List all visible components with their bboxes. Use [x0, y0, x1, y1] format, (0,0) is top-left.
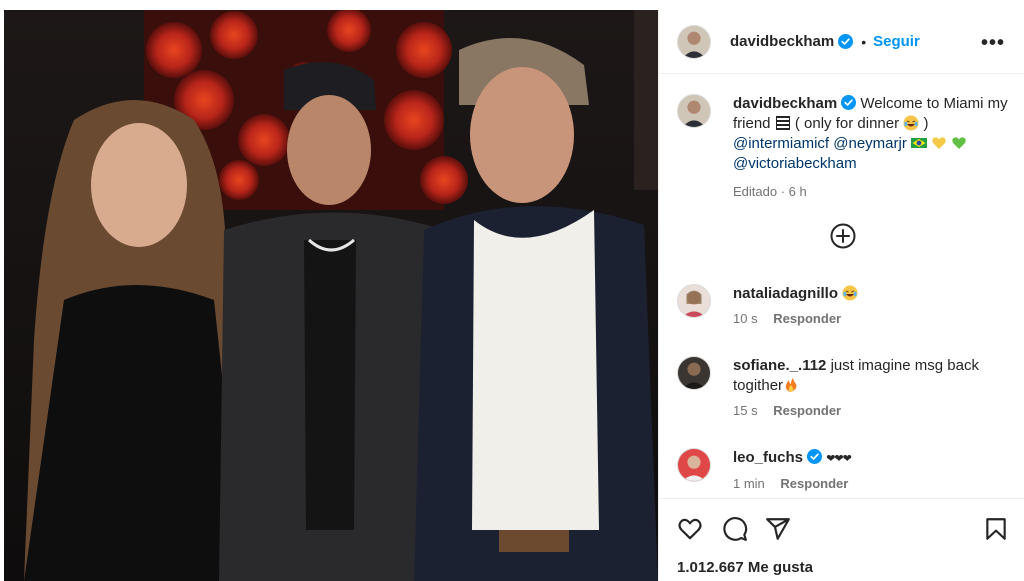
caption-username[interactable]: davidbeckham — [733, 95, 837, 112]
bookmark-icon[interactable] — [983, 516, 1009, 542]
caption-meta: Editado · 6 h — [733, 182, 1013, 202]
caption-text-part-3: ) — [923, 115, 929, 132]
comment-item: nataliadagnillo 10 s Responder — [677, 284, 1017, 326]
reply-button[interactable]: Responder — [773, 311, 841, 326]
post-photo-illustration — [4, 10, 658, 581]
share-icon[interactable] — [765, 516, 791, 542]
separator-dot: • — [861, 33, 867, 50]
edited-label: Editado — [733, 184, 778, 199]
mention-link[interactable]: @intermiamicf — [733, 135, 829, 152]
comment-item: sofiane._.112 just imagine msg back togi… — [677, 356, 1017, 418]
post-time[interactable]: 6 h — [789, 184, 807, 199]
verified-badge-icon — [841, 95, 857, 110]
mention-link[interactable]: @neymarjr — [833, 135, 907, 152]
post-side-panel: davidbeckham • Seguir ••• davidbeckham W… — [658, 10, 1024, 581]
author-username[interactable]: davidbeckham — [730, 33, 834, 50]
comment-text: nataliadagnillo — [733, 284, 1003, 304]
comment-text: leo_fuchs ❤❤❤ — [733, 448, 1003, 469]
author-avatar[interactable] — [677, 24, 711, 59]
brazil-flag-emoji-icon — [911, 138, 927, 148]
comment-item: leo_fuchs ❤❤❤ 1 min Responder — [677, 448, 1017, 491]
plus-circle-icon[interactable] — [829, 222, 857, 250]
more-options-icon[interactable]: ••• — [981, 32, 1005, 55]
commenter-username[interactable]: sofiane._.112 — [733, 357, 826, 374]
commenter-username[interactable]: nataliadagnillo — [733, 285, 838, 302]
reply-button[interactable]: Responder — [773, 403, 841, 418]
comment-time[interactable]: 1 min — [733, 476, 765, 491]
comments-scroll-area[interactable]: davidbeckham Welcome to Miami my friend … — [659, 74, 1024, 498]
follow-button[interactable]: Seguir — [873, 33, 920, 50]
yellow-heart-emoji-icon — [932, 137, 946, 149]
commenter-avatar[interactable] — [677, 448, 711, 482]
commenter-avatar[interactable] — [677, 284, 711, 318]
comment-time[interactable]: 10 s — [733, 311, 758, 326]
laughing-emoji-icon — [903, 115, 919, 131]
mention-link[interactable]: @victoriabeckham — [733, 155, 857, 172]
fire-emoji-icon — [785, 378, 797, 392]
verified-badge-icon — [838, 34, 854, 49]
green-heart-emoji-icon — [952, 137, 967, 149]
heart-icon[interactable] — [677, 516, 703, 542]
comment-meta: 1 min Responder — [733, 476, 1017, 491]
comment-time[interactable]: 15 s — [733, 403, 758, 418]
commenter-username[interactable]: leo_fuchs — [733, 449, 803, 466]
comment-message: ❤❤❤ — [826, 453, 852, 465]
verified-badge-icon — [807, 449, 823, 464]
comment-icon[interactable] — [722, 516, 748, 542]
caption-author-avatar[interactable] — [677, 94, 711, 128]
post-photo[interactable] — [4, 10, 658, 581]
commenter-avatar[interactable] — [677, 356, 711, 390]
likes-count[interactable]: 1.012.667 Me gusta — [677, 559, 813, 576]
reply-button[interactable]: Responder — [780, 476, 848, 491]
meta-separator: · — [780, 184, 789, 199]
post-header: davidbeckham • Seguir ••• — [659, 10, 1024, 74]
post-caption: davidbeckham Welcome to Miami my friend … — [677, 94, 1017, 202]
comment-meta: 15 s Responder — [733, 403, 1017, 418]
comment-meta: 10 s Responder — [733, 311, 1017, 326]
laughing-emoji-icon — [842, 285, 858, 301]
caption-text: davidbeckham Welcome to Miami my friend … — [733, 94, 1013, 202]
handshake-flag-emoji-icon — [775, 116, 790, 130]
comment-text: sofiane._.112 just imagine msg back togi… — [733, 356, 1003, 396]
post-actions-bar: 1.012.667 Me gusta — [659, 498, 1024, 581]
caption-text-part-2: ( only for dinner — [794, 115, 900, 132]
